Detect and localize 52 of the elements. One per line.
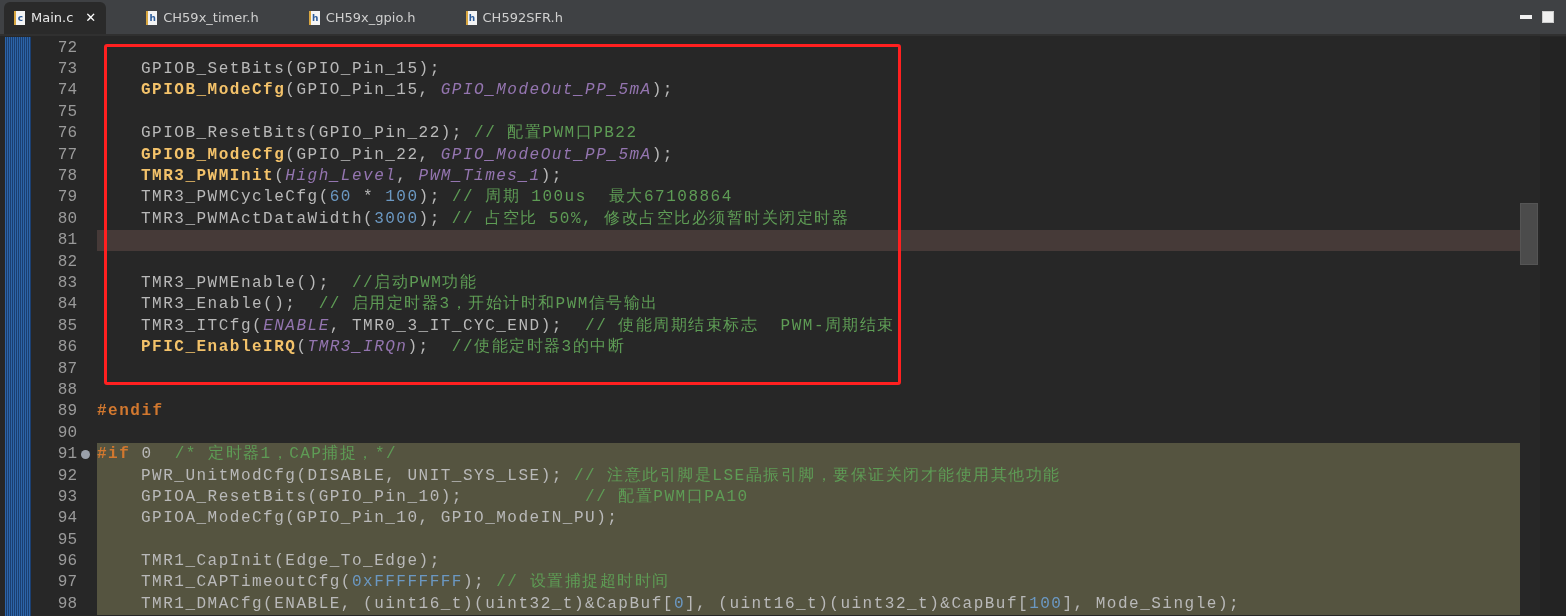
scrollbar-thumb[interactable] bbox=[1520, 203, 1538, 265]
file-tab[interactable]: h CH59x_timer.h bbox=[136, 2, 269, 34]
line-number: 83 bbox=[56, 273, 78, 294]
line-number: 91 bbox=[56, 444, 78, 466]
line-number: 76 bbox=[56, 123, 78, 145]
code-line: TMR3_ITCfg(ENABLE, TMR0_3_IT_CYC_END); // 使能周期结束标志 PWM-周期结束 bbox=[140, 315, 896, 337]
minimize-icon[interactable] bbox=[1520, 15, 1532, 19]
line-number: 84 bbox=[56, 294, 78, 316]
code-line: #endif bbox=[97, 401, 165, 423]
line-number: 86 bbox=[56, 337, 78, 359]
line-number: 80 bbox=[56, 208, 78, 230]
code-line: GPIOB_ModeCfg(GPIO_Pin_15, GPIO_ModeOut_PP_5mA); bbox=[140, 80, 675, 102]
line-number: 93 bbox=[56, 486, 78, 508]
line-number: 89 bbox=[56, 401, 78, 423]
line-number: 73 bbox=[56, 59, 78, 81]
line-number: 81 bbox=[56, 230, 78, 252]
file-tab[interactable]: h CH592SFR.h bbox=[455, 2, 573, 34]
line-number: 94 bbox=[56, 508, 78, 530]
line-number: 82 bbox=[56, 251, 78, 273]
line-number: 88 bbox=[56, 379, 78, 401]
code-line: TMR3_Enable(); // 启用定时器3，开始计时和PWM信号输出 bbox=[140, 293, 660, 316]
code-line: TMR3_PWMCycleCfg(60 * 100); // 周期 100us 最大67108864 bbox=[140, 187, 734, 209]
code-line: PFIC_EnableIRQ(TMR3_IRQn); //使能定时器3的中断 bbox=[140, 336, 627, 358]
file-icon: h bbox=[465, 11, 477, 25]
file-tab[interactable]: h CH59x_gpio.h bbox=[298, 2, 426, 34]
file-icon: c bbox=[14, 11, 25, 25]
file-tab[interactable]: c Main.c ✕ bbox=[4, 2, 107, 34]
maximize-icon[interactable] bbox=[1542, 11, 1554, 23]
line-number: 97 bbox=[56, 572, 78, 594]
code-line: TMR3_PWMEnable(); //启动PWM功能 bbox=[140, 272, 479, 294]
line-number: 98 bbox=[56, 593, 78, 615]
line-number: 74 bbox=[56, 80, 78, 102]
line-number: 75 bbox=[56, 101, 78, 123]
line-number: 79 bbox=[56, 187, 78, 209]
close-button[interactable]: ✕ bbox=[85, 8, 97, 28]
code-line: TMR3_PWMActDataWidth(3000); // 占空比 50%, 修改占空比必须暂时关闭定时器 bbox=[140, 208, 851, 230]
code-line: GPIOB_ResetBits(GPIO_Pin_22); // 配置PWM口PB22 bbox=[140, 123, 639, 144]
code-line: GPIOB_ModeCfg(GPIO_Pin_22, GPIO_ModeOut_PP_5mA); bbox=[140, 144, 675, 166]
code-line: GPIOB_SetBits(GPIO_Pin_15); bbox=[140, 59, 442, 80]
line-number: 85 bbox=[56, 315, 78, 337]
line-number: 78 bbox=[56, 166, 78, 188]
line-number: 92 bbox=[56, 465, 78, 487]
file-icon: h bbox=[308, 11, 320, 25]
line-number: 95 bbox=[56, 529, 78, 551]
fold-marker-icon[interactable] bbox=[81, 449, 90, 459]
line-number: 87 bbox=[56, 358, 78, 380]
code-line: TMR3_PWMInit(High_Level, PWM_Times_1); bbox=[140, 166, 564, 187]
line-number: 96 bbox=[56, 551, 78, 573]
line-number: 77 bbox=[56, 144, 78, 166]
line-number: 90 bbox=[56, 422, 78, 444]
line-number: 72 bbox=[56, 37, 78, 59]
file-icon: h bbox=[146, 11, 158, 25]
